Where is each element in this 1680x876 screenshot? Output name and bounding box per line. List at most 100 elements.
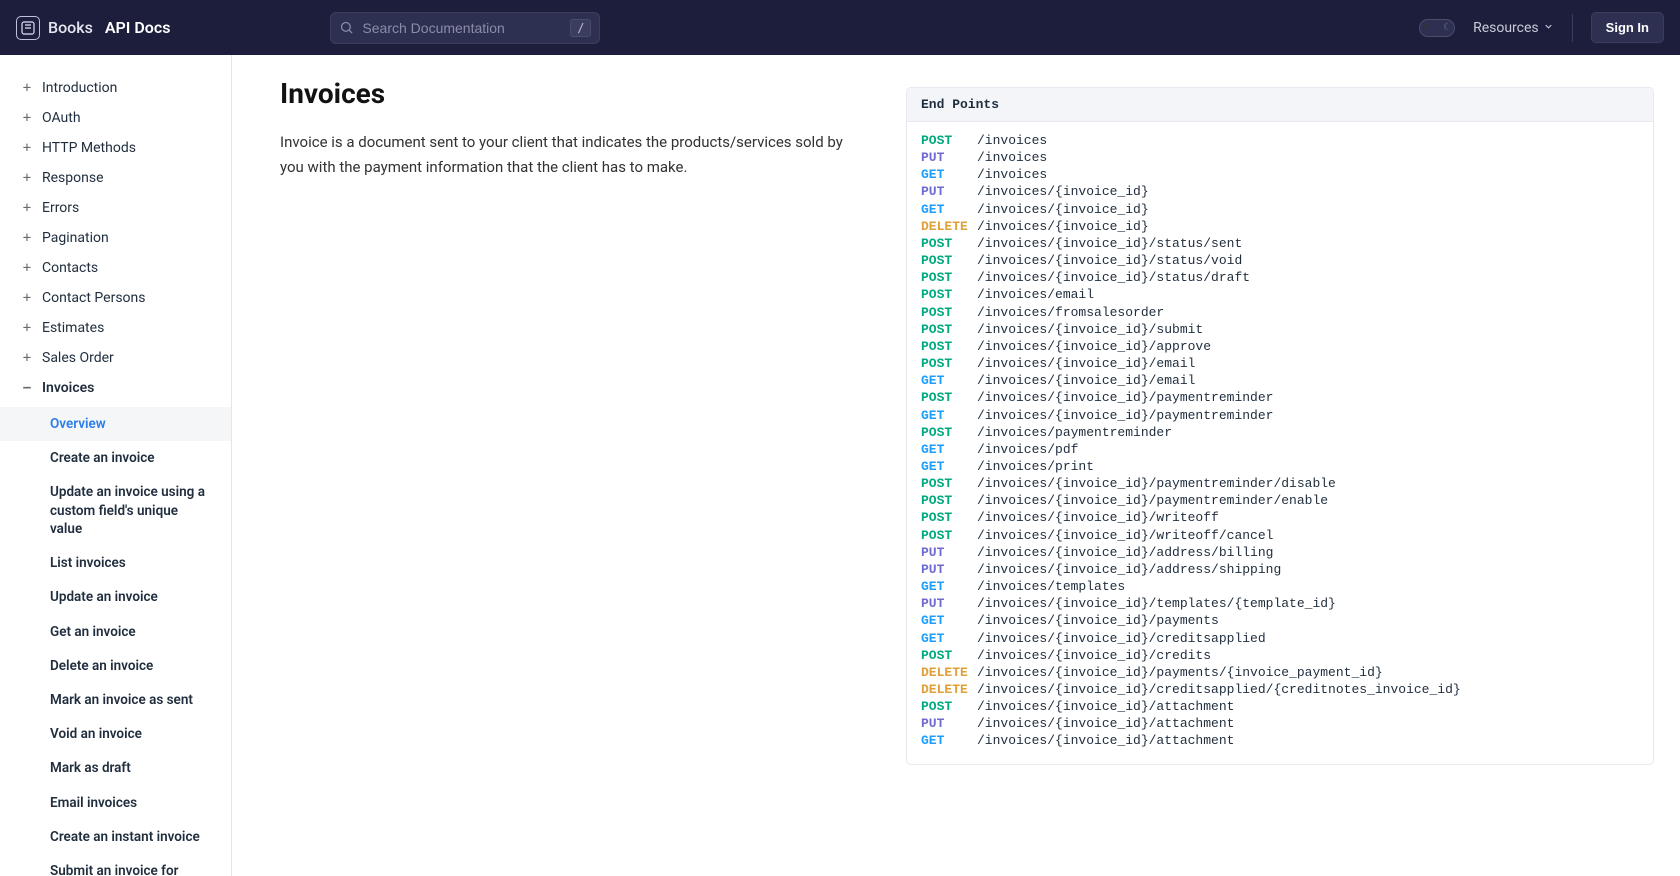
endpoint-row[interactable]: POST/invoices/{invoice_id}/submit — [921, 321, 1639, 338]
plus-icon: + — [22, 111, 32, 125]
endpoint-method: POST — [921, 527, 969, 544]
sidebar-subitem[interactable]: Delete an invoice — [0, 649, 231, 683]
sidebar-subitem[interactable]: Email invoices — [0, 786, 231, 820]
endpoint-row[interactable]: GET/invoices/{invoice_id}/payments — [921, 612, 1639, 629]
endpoint-path: /invoices/{invoice_id}/attachment — [977, 698, 1234, 715]
sidebar-item[interactable]: + OAuth — [0, 103, 231, 133]
resources-dropdown[interactable]: Resources — [1473, 20, 1554, 36]
endpoint-row[interactable]: POST/invoices/{invoice_id}/paymentremind… — [921, 492, 1639, 509]
sidebar-subitem[interactable]: Mark an invoice as sent — [0, 683, 231, 717]
sidebar-item[interactable]: +Contact Persons — [0, 283, 231, 313]
endpoint-method: POST — [921, 338, 969, 355]
sidebar-subitem[interactable]: Mark as draft — [0, 751, 231, 785]
endpoint-method: POST — [921, 132, 969, 149]
endpoint-row[interactable]: POST/invoices/{invoice_id}/paymentremind… — [921, 475, 1639, 492]
plus-icon: + — [22, 141, 32, 155]
sidebar-subitem[interactable]: Create an instant invoice — [0, 820, 231, 854]
endpoint-row[interactable]: DELETE/invoices/{invoice_id}/creditsappl… — [921, 681, 1639, 698]
endpoint-method: GET — [921, 732, 969, 749]
endpoint-row[interactable]: GET/invoices/print — [921, 458, 1639, 475]
endpoint-row[interactable]: GET/invoices/{invoice_id}/email — [921, 372, 1639, 389]
endpoint-method: POST — [921, 355, 969, 372]
endpoint-row[interactable]: GET/invoices/{invoice_id}/attachment — [921, 732, 1639, 749]
endpoint-path: /invoices/{invoice_id} — [977, 201, 1149, 218]
sidebar-item[interactable]: +HTTP Methods — [0, 133, 231, 163]
sidebar[interactable]: +Introduction+OAuth+HTTP Methods+Respons… — [0, 55, 232, 876]
endpoint-row[interactable]: POST/invoices/paymentreminder — [921, 424, 1639, 441]
endpoint-method: POST — [921, 424, 969, 441]
sidebar-item[interactable]: +Response — [0, 163, 231, 193]
endpoint-row[interactable]: POST/invoices/fromsalesorder — [921, 304, 1639, 321]
endpoint-row[interactable]: POST/invoices/{invoice_id}/email — [921, 355, 1639, 372]
sidebar-subitem[interactable]: Update an invoice — [0, 580, 231, 614]
sidebar-subitem[interactable]: Submit an invoice for approval — [0, 854, 231, 876]
endpoint-path: /invoices/fromsalesorder — [977, 304, 1164, 321]
endpoint-row[interactable]: POST/invoices/email — [921, 286, 1639, 303]
endpoint-row[interactable]: GET/invoices/{invoice_id} — [921, 201, 1639, 218]
sidebar-subitem[interactable]: Create an invoice — [0, 441, 231, 475]
plus-icon: + — [22, 201, 32, 215]
endpoint-row[interactable]: POST/invoices/{invoice_id}/status/void — [921, 252, 1639, 269]
sidebar-subitem[interactable]: Update an invoice using a custom field's… — [0, 475, 231, 546]
sign-in-button[interactable]: Sign In — [1591, 12, 1664, 43]
endpoint-row[interactable]: GET/invoices/{invoice_id}/paymentreminde… — [921, 407, 1639, 424]
divider — [1572, 14, 1573, 42]
endpoint-row[interactable]: POST/invoices/{invoice_id}/writeoff — [921, 509, 1639, 526]
endpoint-row[interactable]: GET/invoices/pdf — [921, 441, 1639, 458]
sidebar-item[interactable]: +Pagination — [0, 223, 231, 253]
endpoint-method: GET — [921, 166, 969, 183]
page-description: Invoice is a document sent to your clien… — [280, 130, 860, 180]
sidebar-item[interactable]: −Invoices — [0, 373, 231, 403]
sidebar-item[interactable]: +Introduction — [0, 73, 231, 103]
endpoint-row[interactable]: PUT/invoices/{invoice_id}/attachment — [921, 715, 1639, 732]
endpoint-row[interactable]: GET/invoices — [921, 166, 1639, 183]
endpoint-path: /invoices/print — [977, 458, 1094, 475]
endpoint-row[interactable]: DELETE/invoices/{invoice_id}/payments/{i… — [921, 664, 1639, 681]
endpoint-method: PUT — [921, 595, 969, 612]
endpoint-row[interactable]: DELETE/invoices/{invoice_id} — [921, 218, 1639, 235]
endpoint-row[interactable]: POST/invoices — [921, 132, 1639, 149]
endpoint-row[interactable]: POST/invoices/{invoice_id}/paymentremind… — [921, 389, 1639, 406]
sidebar-subitem[interactable]: Overview — [0, 407, 231, 441]
sidebar-subitem[interactable]: Get an invoice — [0, 615, 231, 649]
endpoint-row[interactable]: POST/invoices/{invoice_id}/status/draft — [921, 269, 1639, 286]
sidebar-subitem[interactable]: Void an invoice — [0, 717, 231, 751]
sidebar-item[interactable]: +Errors — [0, 193, 231, 223]
chevron-down-icon — [1543, 20, 1554, 36]
endpoint-row[interactable]: POST/invoices/{invoice_id}/approve — [921, 338, 1639, 355]
endpoint-row[interactable]: PUT/invoices/{invoice_id} — [921, 183, 1639, 200]
endpoint-path: /invoices — [977, 132, 1047, 149]
theme-toggle[interactable]: ☀ ☾ — [1419, 19, 1455, 37]
endpoint-method: POST — [921, 492, 969, 509]
content-column: Invoices Invoice is a document sent to y… — [280, 77, 860, 180]
endpoint-row[interactable]: PUT/invoices/{invoice_id}/address/billin… — [921, 544, 1639, 561]
endpoint-row[interactable]: GET/invoices/templates — [921, 578, 1639, 595]
sidebar-subitem[interactable]: List invoices — [0, 546, 231, 580]
endpoint-row[interactable]: PUT/invoices/{invoice_id}/address/shippi… — [921, 561, 1639, 578]
endpoint-row[interactable]: POST/invoices/{invoice_id}/writeoff/canc… — [921, 527, 1639, 544]
endpoints-heading: End Points — [907, 88, 1653, 122]
sidebar-subitems: OverviewCreate an invoiceUpdate an invoi… — [0, 403, 231, 876]
sidebar-item[interactable]: +Estimates — [0, 313, 231, 343]
plus-icon: + — [22, 231, 32, 245]
plus-icon: + — [22, 261, 32, 275]
endpoint-method: POST — [921, 647, 969, 664]
endpoint-row[interactable]: POST/invoices/{invoice_id}/credits — [921, 647, 1639, 664]
brand-logo[interactable]: Books API Docs — [16, 16, 170, 40]
sidebar-item-label: Response — [42, 170, 104, 186]
endpoint-row[interactable]: PUT/invoices — [921, 149, 1639, 166]
search-input[interactable] — [362, 20, 562, 36]
endpoint-row[interactable]: POST/invoices/{invoice_id}/attachment — [921, 698, 1639, 715]
sidebar-item-label: Invoices — [42, 380, 94, 396]
endpoint-row[interactable]: POST/invoices/{invoice_id}/status/sent — [921, 235, 1639, 252]
search-box[interactable]: / — [330, 12, 600, 44]
endpoint-path: /invoices/email — [977, 286, 1094, 303]
endpoint-path: /invoices/{invoice_id}/paymentreminder/d… — [977, 475, 1336, 492]
endpoint-path: /invoices/{invoice_id}/paymentreminder — [977, 389, 1273, 406]
endpoint-row[interactable]: GET/invoices/{invoice_id}/creditsapplied — [921, 630, 1639, 647]
endpoint-row[interactable]: PUT/invoices/{invoice_id}/templates/{tem… — [921, 595, 1639, 612]
sidebar-item[interactable]: +Sales Order — [0, 343, 231, 373]
endpoint-method: PUT — [921, 149, 969, 166]
sidebar-item[interactable]: +Contacts — [0, 253, 231, 283]
sidebar-item-label: OAuth — [42, 110, 81, 126]
